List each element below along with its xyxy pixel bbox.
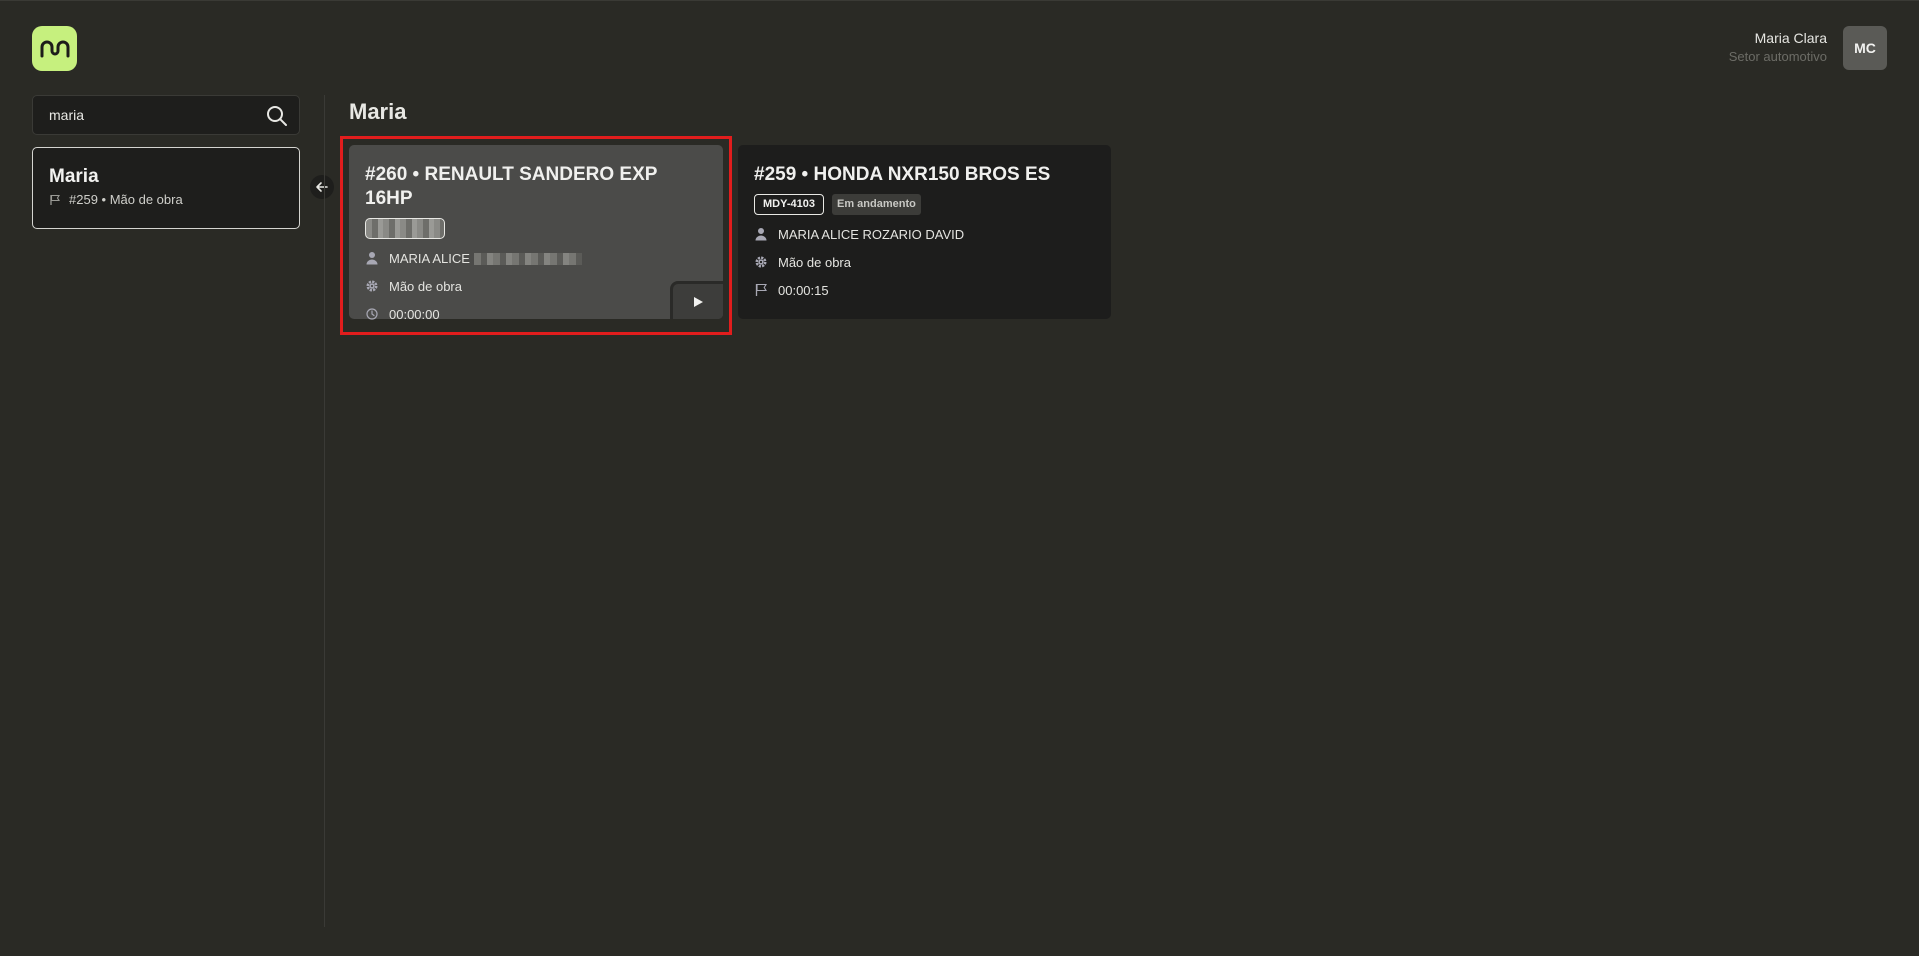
sidebar: Maria #259 • Mão de obra	[32, 95, 300, 229]
service-row: Mão de obra	[754, 253, 1095, 271]
person-icon	[366, 252, 378, 265]
service-name: Mão de obra	[778, 254, 851, 270]
app-root: Maria Clara Setor automotivo MC Maria #2…	[0, 0, 1919, 956]
user-name: Maria Clara	[1754, 30, 1827, 46]
search-input[interactable]	[33, 96, 299, 134]
result-title: Maria	[49, 166, 99, 187]
gear-icon	[366, 280, 378, 292]
avatar[interactable]: MC	[1843, 26, 1887, 70]
sidebar-divider	[324, 95, 325, 927]
status-badge: Em andamento	[831, 193, 921, 215]
search-icon[interactable]	[265, 104, 289, 128]
flag-icon	[755, 283, 767, 296]
play-icon	[694, 296, 703, 307]
search-result-item[interactable]: Maria #259 • Mão de obra	[32, 147, 300, 229]
arrow-left-icon	[316, 182, 328, 192]
user-info: Maria Clara Setor automotivo	[1729, 29, 1827, 67]
person-icon	[755, 228, 767, 241]
customer-row: MARIA ALICE	[365, 249, 707, 267]
redacted-text	[473, 253, 582, 266]
user-menu[interactable]: Maria Clara Setor automotivo MC	[1729, 26, 1887, 70]
collapse-sidebar-button[interactable]	[310, 175, 334, 199]
order-card[interactable]: #260 • RENAULT SANDERO EXP 16HP MARIA AL…	[349, 145, 723, 322]
logo-wave-icon	[40, 40, 69, 57]
page-title: Maria	[349, 99, 407, 124]
order-title: #259 • HONDA NXR150 BROS ES	[754, 164, 1051, 185]
app-logo[interactable]	[32, 26, 77, 71]
time-row: 00:00:15	[754, 281, 1095, 299]
customer-name: MARIA ALICE	[389, 251, 582, 266]
clock-icon	[366, 308, 378, 320]
service-name: Mão de obra	[389, 278, 462, 294]
license-plate-badge: MDY-4103	[754, 193, 824, 215]
search-box	[32, 95, 300, 135]
service-row: Mão de obra	[365, 277, 707, 295]
customer-name: MARIA ALICE ROZARIO DAVID	[778, 226, 965, 242]
result-subtitle-row: #259 • Mão de obra	[49, 192, 283, 207]
flag-icon	[50, 194, 60, 205]
elapsed-time: 00:00:15	[778, 282, 829, 298]
result-subtitle: #259 • Mão de obra	[69, 192, 183, 207]
order-badges: MDY-4103 Em andamento	[754, 193, 1095, 215]
order-title: #260 • RENAULT SANDERO EXP 16HP	[365, 164, 658, 209]
customer-row: MARIA ALICE ROZARIO DAVID	[754, 225, 1095, 243]
play-button[interactable]	[670, 281, 723, 319]
order-card[interactable]: #259 • HONDA NXR150 BROS ES MDY-4103 Em …	[738, 145, 1111, 319]
order-badges	[365, 217, 707, 239]
time-row: 00:00:00	[365, 305, 707, 323]
gear-icon	[755, 256, 767, 268]
license-plate-badge	[365, 217, 445, 239]
user-role: Setor automotivo	[1728, 49, 1827, 64]
elapsed-time: 00:00:00	[389, 306, 440, 322]
